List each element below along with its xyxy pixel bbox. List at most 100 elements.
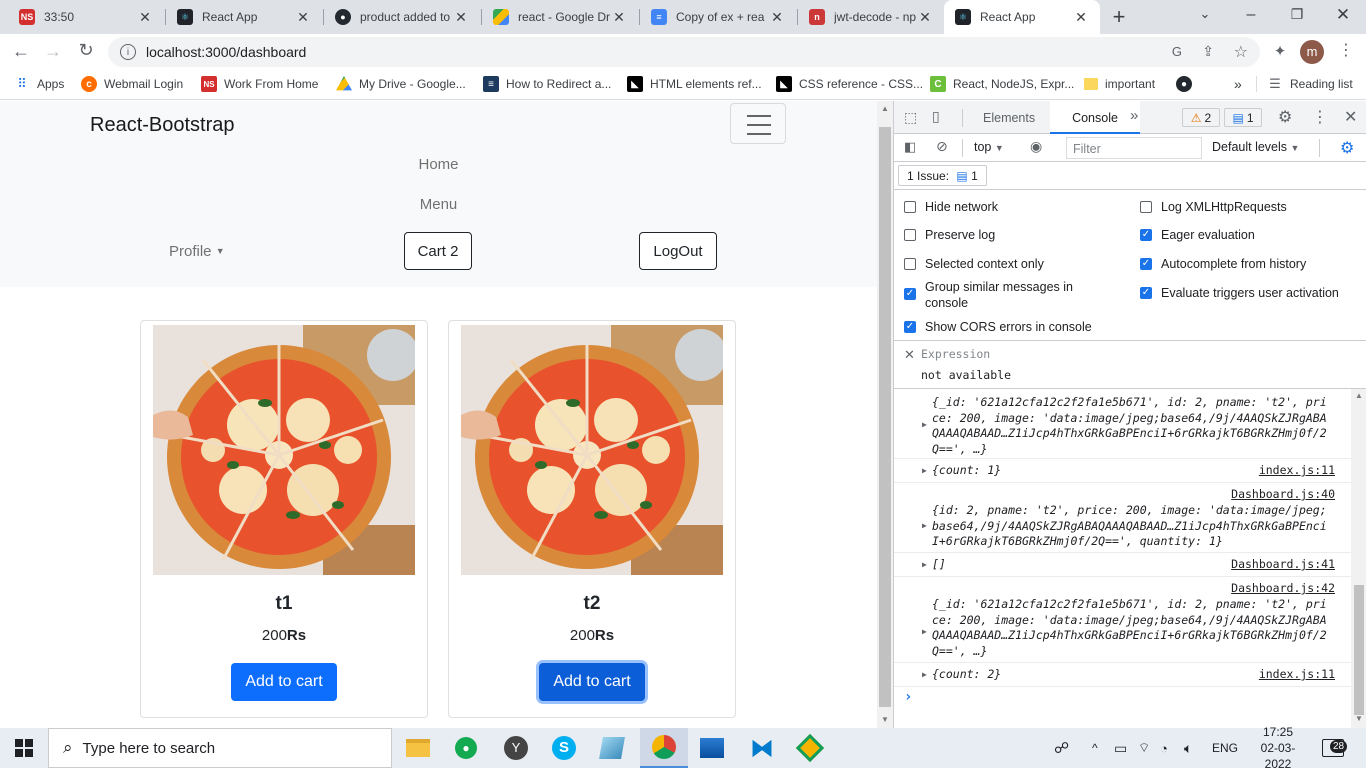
expand-triangle-icon[interactable]: ▶ bbox=[922, 670, 927, 679]
checkbox-unchecked[interactable] bbox=[904, 229, 916, 241]
battery-icon[interactable]: ▭ bbox=[1114, 728, 1127, 768]
bookmark-my-drive[interactable]: My Drive - Google... bbox=[336, 70, 466, 98]
preserve-log-checkbox[interactable]: Preserve log bbox=[904, 227, 995, 243]
console-settings-gear-icon[interactable]: ⚙ bbox=[1340, 138, 1354, 158]
bookmark-work-from-home[interactable]: NS Work From Home bbox=[201, 70, 318, 98]
bookmark-react-nodejs[interactable]: C React, NodeJS, Expr... bbox=[930, 70, 1074, 98]
checkbox-unchecked[interactable] bbox=[904, 201, 916, 213]
browser-tab[interactable]: ⚛ React App ✕ bbox=[166, 0, 322, 34]
show-sidebar-icon[interactable]: ◧ bbox=[904, 139, 916, 155]
bookmark-github[interactable]: ● bbox=[1176, 70, 1199, 98]
browser-tab[interactable]: ● product added to ✕ bbox=[324, 0, 480, 34]
close-window-icon[interactable]: ✕ bbox=[1330, 5, 1356, 25]
add-to-cart-button[interactable]: Add to cart bbox=[231, 663, 337, 701]
restore-window-icon[interactable]: ❐ bbox=[1284, 6, 1310, 23]
close-tab-icon[interactable]: ✕ bbox=[136, 9, 154, 26]
bookmark-html-elements[interactable]: ◣ HTML elements ref... bbox=[627, 70, 762, 98]
close-devtools-icon[interactable]: ✕ bbox=[1344, 107, 1357, 127]
people-icon[interactable]: ☍ bbox=[1054, 728, 1069, 768]
log-source-link[interactable]: index.js:11 bbox=[1259, 667, 1335, 681]
clear-console-icon[interactable]: ⊘ bbox=[936, 138, 948, 155]
more-tabs-icon[interactable]: » bbox=[1130, 107, 1138, 124]
navbar-toggler-button[interactable] bbox=[730, 103, 786, 144]
console-message[interactable]: ▶ {count: 2} index.js:11 bbox=[894, 663, 1351, 687]
console-message[interactable]: ▶ {_id: '621a12cfa12c2f2fa1e5b671', id: … bbox=[894, 389, 1351, 459]
skype-icon[interactable]: S bbox=[540, 728, 588, 768]
console-message[interactable]: Dashboard.js:40 ▶ {id: 2, pname: 't2', p… bbox=[894, 483, 1351, 553]
browser-tab[interactable]: n jwt-decode - npm ✕ bbox=[798, 0, 944, 34]
checkbox-checked[interactable]: ✓ bbox=[1140, 287, 1152, 299]
wifi-icon[interactable]: ⌔ bbox=[1138, 728, 1150, 768]
file-explorer-icon[interactable] bbox=[394, 728, 442, 768]
checkbox-checked[interactable]: ✓ bbox=[904, 321, 916, 333]
eval-triggers-checkbox[interactable]: ✓ Evaluate triggers user activation bbox=[1140, 285, 1339, 301]
navbar-brand[interactable]: React-Bootstrap bbox=[90, 114, 235, 137]
browser-tab[interactable]: react - Google Dr ✕ bbox=[482, 0, 638, 34]
back-icon[interactable]: ← bbox=[10, 41, 32, 62]
language-indicator[interactable]: ENG bbox=[1212, 728, 1238, 768]
expand-triangle-icon[interactable]: ▶ bbox=[922, 466, 927, 475]
minimize-window-icon[interactable]: – bbox=[1238, 6, 1264, 24]
bookmark-how-to-redirect[interactable]: ≡ How to Redirect a... bbox=[483, 70, 611, 98]
issues-button[interactable]: 1 Issue: ▤ 1 bbox=[898, 165, 987, 186]
console-scroll-thumb[interactable] bbox=[1354, 585, 1364, 715]
browser-menu-icon[interactable]: ⋮ bbox=[1336, 40, 1356, 60]
scroll-up-arrow-icon[interactable]: ▲ bbox=[877, 101, 893, 117]
start-button[interactable] bbox=[0, 728, 48, 768]
autocomplete-checkbox[interactable]: ✓ Autocomplete from history bbox=[1140, 256, 1306, 272]
mongodb-compass-icon[interactable]: ● bbox=[442, 728, 490, 768]
scroll-up-arrow-icon[interactable]: ▲ bbox=[1351, 391, 1366, 400]
expand-triangle-icon[interactable]: ▶ bbox=[922, 521, 927, 530]
page-scroll-thumb[interactable] bbox=[879, 127, 891, 707]
chrome-taskbar-icon[interactable] bbox=[640, 728, 688, 768]
checkbox-unchecked[interactable] bbox=[904, 258, 916, 270]
checkbox-checked[interactable]: ✓ bbox=[1140, 229, 1152, 241]
close-tab-icon[interactable]: ✕ bbox=[610, 9, 628, 26]
inspect-element-icon[interactable]: ⬚ bbox=[904, 109, 917, 126]
cors-errors-checkbox[interactable]: ✓ Show CORS errors in console bbox=[904, 319, 1092, 335]
browser-tab[interactable]: ≡ Copy of ex + rea ✕ bbox=[640, 0, 796, 34]
app-icon[interactable] bbox=[588, 728, 636, 768]
new-tab-icon[interactable]: + bbox=[1106, 5, 1132, 29]
tab-search-chevron-icon[interactable]: ⌄ bbox=[1192, 6, 1218, 22]
extensions-puzzle-icon[interactable]: ✦ bbox=[1270, 42, 1290, 60]
clock[interactable]: 17:25 02-03-2022 bbox=[1248, 725, 1308, 771]
reload-icon[interactable]: ↻ bbox=[75, 40, 97, 61]
eager-eval-checkbox[interactable]: ✓ Eager evaluation bbox=[1140, 227, 1255, 243]
page-scrollbar[interactable]: ▲ ▼ bbox=[877, 101, 893, 728]
expand-triangle-icon[interactable]: ▶ bbox=[922, 560, 927, 569]
log-source-link[interactable]: Dashboard.js:40 bbox=[1231, 487, 1335, 501]
close-tab-icon[interactable]: ✕ bbox=[768, 9, 786, 26]
warnings-badge[interactable]: ⚠ 2 bbox=[1182, 108, 1220, 127]
bookmark-apps[interactable]: ⠿ Apps bbox=[14, 70, 64, 98]
devtools-settings-gear-icon[interactable]: ⚙ bbox=[1278, 107, 1292, 127]
devtools-menu-icon[interactable]: ⋮ bbox=[1312, 107, 1328, 127]
expression-label[interactable]: Expression bbox=[921, 347, 990, 361]
live-expression-eye-icon[interactable]: ◉ bbox=[1030, 138, 1042, 155]
app-icon[interactable] bbox=[786, 728, 834, 768]
more-bookmarks-icon[interactable]: » bbox=[1234, 70, 1242, 98]
share-icon[interactable]: ⇪ bbox=[1202, 43, 1214, 60]
close-tab-icon[interactable]: ✕ bbox=[1072, 9, 1090, 26]
checkbox-checked[interactable]: ✓ bbox=[1140, 258, 1152, 270]
console-prompt[interactable]: › bbox=[904, 689, 912, 705]
taskbar-search-box[interactable]: ⌕ Type here to search bbox=[48, 728, 392, 768]
bookmark-webmail[interactable]: c Webmail Login bbox=[81, 70, 183, 98]
tab-elements[interactable]: Elements bbox=[983, 111, 1035, 125]
bookmark-star-icon[interactable]: ☆ bbox=[1234, 42, 1248, 62]
site-info-icon[interactable]: i bbox=[120, 44, 136, 60]
volume-icon[interactable]: 🔈︎ bbox=[1184, 728, 1192, 768]
browser-tab-active[interactable]: ⚛ React App ✕ bbox=[944, 0, 1100, 34]
console-filter-input[interactable]: Filter bbox=[1066, 137, 1202, 159]
log-source-link[interactable]: Dashboard.js:42 bbox=[1231, 581, 1335, 595]
hide-network-checkbox[interactable]: Hide network bbox=[904, 199, 998, 215]
console-message[interactable]: ▶ {count: 1} index.js:11 bbox=[894, 459, 1351, 483]
checkbox-unchecked[interactable] bbox=[1140, 201, 1152, 213]
cart-button[interactable]: Cart 2 bbox=[404, 232, 472, 270]
log-xhr-checkbox[interactable]: Log XMLHttpRequests bbox=[1140, 199, 1287, 215]
log-source-link[interactable]: Dashboard.js:41 bbox=[1231, 557, 1335, 571]
remove-expression-icon[interactable]: ✕ bbox=[904, 347, 915, 363]
forward-icon[interactable]: → bbox=[42, 41, 64, 62]
close-tab-icon[interactable]: ✕ bbox=[916, 9, 934, 26]
notification-center[interactable]: 28 bbox=[1322, 728, 1348, 768]
